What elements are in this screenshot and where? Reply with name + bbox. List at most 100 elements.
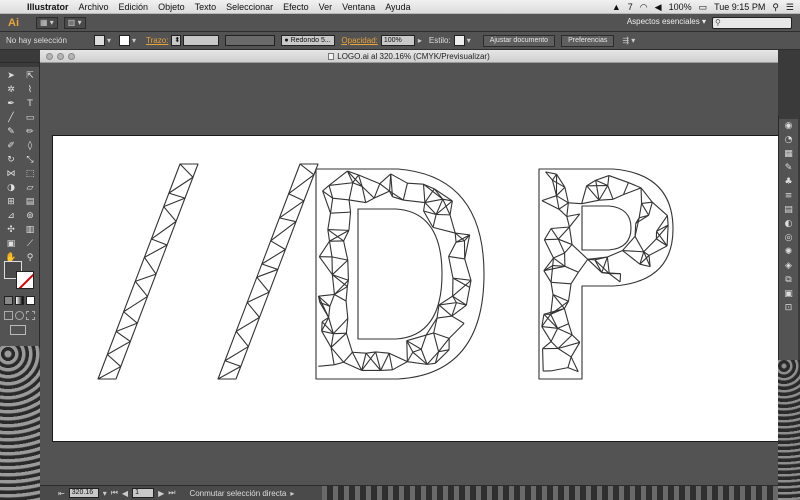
perspective-grid-tool-icon[interactable]: ▱ <box>21 182 39 195</box>
pages-panel-icon[interactable]: ▣ <box>779 287 798 301</box>
workspace-switcher[interactable]: Aspectos esenciales ▾ <box>627 17 706 26</box>
graphic-styles-panel-icon[interactable]: ✺ <box>779 245 798 259</box>
menu-objeto[interactable]: Objeto <box>153 2 190 12</box>
width-tool-icon[interactable]: ⋈ <box>2 168 20 181</box>
artboard[interactable] <box>52 135 782 442</box>
layers-panel-icon[interactable]: ◈ <box>779 259 798 273</box>
color-guide-icon[interactable]: ◉ <box>779 119 798 133</box>
fill-dropdown-icon[interactable]: ▾ <box>107 36 111 45</box>
brush-definition-field[interactable]: ● Redondo 5... <box>281 35 336 46</box>
artboards-panel-icon[interactable]: ⧉ <box>779 273 798 287</box>
menu-seleccionar[interactable]: Seleccionar <box>221 2 278 12</box>
pen-tool-icon[interactable]: ✒ <box>2 98 20 111</box>
swatches-panel-icon[interactable]: ▦ <box>779 147 798 161</box>
next-artboard-icon[interactable]: ▶ <box>158 489 164 498</box>
gradient-mode-icon[interactable] <box>15 296 24 305</box>
search-input[interactable]: ⚲ <box>712 17 792 29</box>
appearance-panel-icon[interactable]: ◎ <box>779 231 798 245</box>
menu-edicion[interactable]: Edición <box>114 2 154 12</box>
canvas-area[interactable] <box>40 63 782 485</box>
opacity-label[interactable]: Opacidad: <box>341 36 377 45</box>
line-tool-icon[interactable]: ╱ <box>2 112 20 125</box>
type-tool-icon[interactable]: T <box>21 98 39 111</box>
stroke-stepper[interactable]: ⬍ <box>171 35 182 46</box>
zoom-level-field[interactable]: 320.16 <box>68 488 99 498</box>
status-dropdown-icon[interactable]: ▸ <box>290 489 294 498</box>
volume-icon[interactable]: ◀ <box>655 2 662 13</box>
shape-builder-tool-icon[interactable]: ◑ <box>2 182 20 195</box>
artboard-tool-icon[interactable]: ▣ <box>2 238 20 251</box>
color-mode-icon[interactable] <box>4 296 13 305</box>
opacity-field[interactable]: 100% <box>380 35 415 46</box>
rectangle-tool-icon[interactable]: ▭ <box>21 112 39 125</box>
wifi-icon[interactable]: ◠ <box>640 2 648 13</box>
battery-icon[interactable]: ▭ <box>699 2 708 13</box>
spotlight-icon[interactable]: ⚲ <box>772 2 779 13</box>
minimize-window-icon[interactable] <box>57 53 64 60</box>
magic-wand-tool-icon[interactable]: ✲ <box>2 84 20 97</box>
column-graph-tool-icon[interactable]: ▥ <box>21 224 39 237</box>
mesh-tool-icon[interactable]: ⊞ <box>2 196 20 209</box>
stroke-swatch[interactable] <box>119 35 131 46</box>
zoom-window-icon[interactable] <box>68 53 75 60</box>
eraser-tool-icon[interactable]: ◊ <box>21 140 39 153</box>
menu-app-name[interactable]: Illustrator <box>22 2 74 12</box>
logo-artwork[interactable] <box>53 136 782 442</box>
style-dropdown-icon[interactable]: ▾ <box>467 36 471 45</box>
menu-ventana[interactable]: Ventana <box>337 2 380 12</box>
scale-tool-icon[interactable]: ⤡ <box>21 154 39 167</box>
menu-texto[interactable]: Texto <box>190 2 222 12</box>
blend-tool-icon[interactable]: ⊚ <box>21 210 39 223</box>
first-artboard-icon[interactable]: ⏮ <box>111 488 118 498</box>
preferences-button[interactable]: Preferencias <box>561 34 615 47</box>
direct-selection-tool-icon[interactable]: ⇱ <box>21 70 39 83</box>
slice-tool-icon[interactable]: ⟋ <box>21 238 39 251</box>
document-setup-button[interactable]: Ajustar documento <box>482 34 556 47</box>
document-title-bar[interactable]: LOGO.ai al 320.16% (CMYK/Previsualizar) <box>40 50 778 63</box>
gradient-panel-icon[interactable]: ▤ <box>779 203 798 217</box>
zoom-dropdown-icon[interactable]: ▾ <box>103 489 107 498</box>
stroke-weight-field[interactable] <box>183 35 220 46</box>
links-panel-icon[interactable]: ⊡ <box>779 301 798 315</box>
fill-swatch[interactable] <box>94 35 105 46</box>
arrange-icon[interactable]: ⇶ ▾ <box>622 36 635 45</box>
eyedropper-tool-icon[interactable]: ⊿ <box>2 210 20 223</box>
clock[interactable]: Tue 9:15 PM <box>714 2 765 12</box>
menu-efecto[interactable]: Efecto <box>278 2 314 12</box>
gradient-tool-icon[interactable]: ▤ <box>21 196 39 209</box>
symbols-panel-icon[interactable]: ♣ <box>779 175 798 189</box>
last-artboard-icon[interactable]: ⏭ <box>168 488 175 498</box>
notification-count[interactable]: 7 <box>628 2 633 12</box>
adobe-icon[interactable]: ▲ <box>612 2 621 12</box>
menu-ayuda[interactable]: Ayuda <box>380 2 415 12</box>
brushes-panel-icon[interactable]: ✎ <box>779 161 798 175</box>
free-transform-tool-icon[interactable]: ⬚ <box>21 168 39 181</box>
lasso-tool-icon[interactable]: ⌇ <box>21 84 39 97</box>
graphic-style-swatch[interactable] <box>453 35 465 46</box>
symbol-sprayer-tool-icon[interactable]: ✣ <box>2 224 20 237</box>
draw-behind-icon[interactable] <box>15 311 24 320</box>
rotate-tool-icon[interactable]: ↻ <box>2 154 20 167</box>
stroke-dropdown-icon[interactable]: ▾ <box>132 36 136 45</box>
menu-ver[interactable]: Ver <box>314 2 338 12</box>
draw-inside-icon[interactable] <box>26 311 35 320</box>
status-menu-icon[interactable]: ⇤ <box>58 489 65 498</box>
notification-center-icon[interactable]: ☰ <box>786 2 794 13</box>
stroke-panel-icon[interactable]: ≡ <box>779 189 798 203</box>
selection-tool-icon[interactable]: ➤ <box>2 70 20 83</box>
prev-artboard-icon[interactable]: ◀ <box>122 489 128 498</box>
color-panel-icon[interactable]: ◔ <box>779 133 798 147</box>
artboard-number-field[interactable]: 1 <box>132 488 155 498</box>
battery-percent[interactable]: 100% <box>669 2 692 12</box>
opacity-dropdown-icon[interactable]: ▸ <box>418 36 422 45</box>
bridge-icon[interactable]: ▦ ▾ <box>36 16 58 29</box>
arrange-documents-icon[interactable]: ▥ ▾ <box>63 16 86 29</box>
close-window-icon[interactable] <box>46 53 53 60</box>
blob-brush-tool-icon[interactable]: ✐ <box>2 140 20 153</box>
stroke-label[interactable]: Trazo: <box>146 36 168 45</box>
stroke-color-box[interactable] <box>16 271 34 289</box>
transparency-panel-icon[interactable]: ◐ <box>779 217 798 231</box>
menu-archivo[interactable]: Archivo <box>74 2 114 12</box>
none-mode-icon[interactable] <box>26 296 35 305</box>
screen-mode-icon[interactable] <box>10 325 26 335</box>
